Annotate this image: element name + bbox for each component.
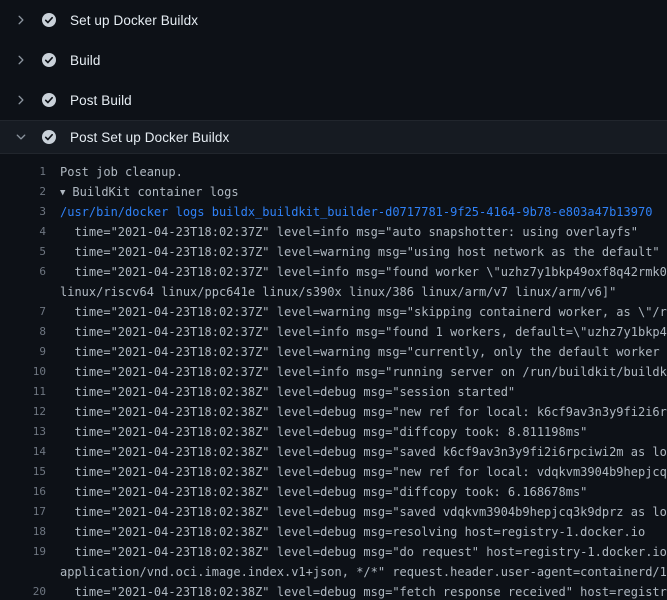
- log-line: 7 time="2021-04-23T18:02:37Z" level=warn…: [0, 302, 667, 322]
- log-line-number[interactable]: 1: [0, 162, 46, 182]
- log-line-text: time="2021-04-23T18:02:38Z" level=debug …: [46, 382, 515, 402]
- log-body: 1Post job cleanup.2 ▼ BuildKit container l…: [0, 154, 667, 600]
- log-line-number: [0, 562, 46, 582]
- log-line-text: time="2021-04-23T18:02:37Z" level=info m…: [46, 322, 667, 342]
- chevron-down-icon: [14, 130, 28, 144]
- log-line: 16 time="2021-04-23T18:02:38Z" level=deb…: [0, 482, 667, 502]
- step-title: Set up Docker Buildx: [70, 13, 198, 28]
- log-line-text: linux/riscv64 linux/ppc641e linux/s390x …: [46, 282, 616, 302]
- log-line-text: time="2021-04-23T18:02:38Z" level=debug …: [46, 582, 667, 600]
- step-row-post-build[interactable]: Post Build: [0, 80, 667, 120]
- step-title: Post Build: [70, 93, 132, 108]
- log-line-number: [0, 282, 46, 302]
- log-line: 2 ▼ BuildKit container logs: [0, 182, 667, 202]
- log-line: 9 time="2021-04-23T18:02:37Z" level=warn…: [0, 342, 667, 362]
- log-line-text: time="2021-04-23T18:02:38Z" level=debug …: [46, 402, 667, 422]
- log-line: 15 time="2021-04-23T18:02:38Z" level=deb…: [0, 462, 667, 482]
- log-line: 4 time="2021-04-23T18:02:37Z" level=info…: [0, 222, 667, 242]
- log-line-text: Post job cleanup.: [46, 162, 183, 182]
- log-line-text: time="2021-04-23T18:02:38Z" level=debug …: [46, 502, 667, 522]
- log-line-number[interactable]: 14: [0, 442, 46, 462]
- log-line-text: time="2021-04-23T18:02:37Z" level=info m…: [46, 362, 667, 382]
- log-line-number[interactable]: 9: [0, 342, 46, 362]
- log-line: 12 time="2021-04-23T18:02:38Z" level=deb…: [0, 402, 667, 422]
- log-line-text: time="2021-04-23T18:02:38Z" level=debug …: [46, 542, 667, 562]
- log-line: application/vnd.oci.image.index.v1+json,…: [0, 562, 667, 582]
- log-line-number[interactable]: 17: [0, 502, 46, 522]
- log-line: linux/riscv64 linux/ppc641e linux/s390x …: [0, 282, 667, 302]
- check-circle-icon: [41, 52, 57, 68]
- log-line-number[interactable]: 15: [0, 462, 46, 482]
- chevron-right-icon: [14, 53, 28, 67]
- log-line-text: application/vnd.oci.image.index.v1+json,…: [46, 562, 667, 582]
- log-line-number[interactable]: 10: [0, 362, 46, 382]
- log-line-text: time="2021-04-23T18:02:37Z" level=warnin…: [46, 302, 667, 322]
- log-line-number[interactable]: 5: [0, 242, 46, 262]
- log-line-number[interactable]: 13: [0, 422, 46, 442]
- log-line-number[interactable]: 12: [0, 402, 46, 422]
- log-line-text: time="2021-04-23T18:02:37Z" level=warnin…: [46, 242, 660, 262]
- log-line-number[interactable]: 7: [0, 302, 46, 322]
- log-line: 3/usr/bin/docker logs buildx_buildkit_bu…: [0, 202, 667, 222]
- log-line: 1Post job cleanup.: [0, 162, 667, 182]
- log-line: 11 time="2021-04-23T18:02:38Z" level=deb…: [0, 382, 667, 402]
- log-line-number[interactable]: 2: [0, 182, 46, 202]
- step-title: Build: [70, 53, 101, 68]
- log-group-label[interactable]: BuildKit container logs: [72, 185, 238, 199]
- log-line: 14 time="2021-04-23T18:02:38Z" level=deb…: [0, 442, 667, 462]
- log-line: 5 time="2021-04-23T18:02:37Z" level=warn…: [0, 242, 667, 262]
- step-row-setup-docker-buildx[interactable]: Set up Docker Buildx: [0, 0, 667, 40]
- log-line-text: time="2021-04-23T18:02:38Z" level=debug …: [46, 522, 645, 542]
- log-line: 6 time="2021-04-23T18:02:37Z" level=info…: [0, 262, 667, 282]
- step-row-post-setup-docker-buildx[interactable]: Post Set up Docker Buildx: [0, 120, 667, 154]
- check-circle-icon: [41, 92, 57, 108]
- log-line: 19 time="2021-04-23T18:02:38Z" level=deb…: [0, 542, 667, 562]
- check-circle-icon: [41, 12, 57, 28]
- workflow-log-viewer: Set up Docker Buildx Build Post Build Po…: [0, 0, 667, 600]
- log-line-text: time="2021-04-23T18:02:38Z" level=debug …: [46, 442, 667, 462]
- log-line-text: time="2021-04-23T18:02:37Z" level=info m…: [46, 222, 638, 242]
- log-line-text: time="2021-04-23T18:02:37Z" level=info m…: [46, 262, 667, 282]
- log-line-number[interactable]: 19: [0, 542, 46, 562]
- log-line-number[interactable]: 18: [0, 522, 46, 542]
- log-line-text: time="2021-04-23T18:02:37Z" level=warnin…: [46, 342, 667, 362]
- log-line: 10 time="2021-04-23T18:02:37Z" level=inf…: [0, 362, 667, 382]
- log-line-text: time="2021-04-23T18:02:38Z" level=debug …: [46, 462, 667, 482]
- step-title: Post Set up Docker Buildx: [70, 130, 229, 145]
- log-line-text: time="2021-04-23T18:02:38Z" level=debug …: [46, 482, 587, 502]
- step-row-build[interactable]: Build: [0, 40, 667, 80]
- log-line: 20 time="2021-04-23T18:02:38Z" level=deb…: [0, 582, 667, 600]
- log-line-number[interactable]: 3: [0, 202, 46, 222]
- log-line-text: /usr/bin/docker logs buildx_buildkit_bui…: [46, 202, 652, 222]
- log-line: 13 time="2021-04-23T18:02:38Z" level=deb…: [0, 422, 667, 442]
- log-line-number[interactable]: 4: [0, 222, 46, 242]
- check-circle-icon: [41, 129, 57, 145]
- chevron-right-icon: [14, 93, 28, 107]
- log-line-number[interactable]: 16: [0, 482, 46, 502]
- log-line-number[interactable]: 20: [0, 582, 46, 600]
- log-line-text: ▼ BuildKit container logs: [46, 182, 239, 202]
- log-line: 18 time="2021-04-23T18:02:38Z" level=deb…: [0, 522, 667, 542]
- log-line-number[interactable]: 6: [0, 262, 46, 282]
- chevron-right-icon: [14, 13, 28, 27]
- log-line-number[interactable]: 11: [0, 382, 46, 402]
- log-line-text: time="2021-04-23T18:02:38Z" level=debug …: [46, 422, 587, 442]
- log-group-collapse-icon[interactable]: ▼: [60, 183, 65, 202]
- log-line: 17 time="2021-04-23T18:02:38Z" level=deb…: [0, 502, 667, 522]
- log-line: 8 time="2021-04-23T18:02:37Z" level=info…: [0, 322, 667, 342]
- log-line-number[interactable]: 8: [0, 322, 46, 342]
